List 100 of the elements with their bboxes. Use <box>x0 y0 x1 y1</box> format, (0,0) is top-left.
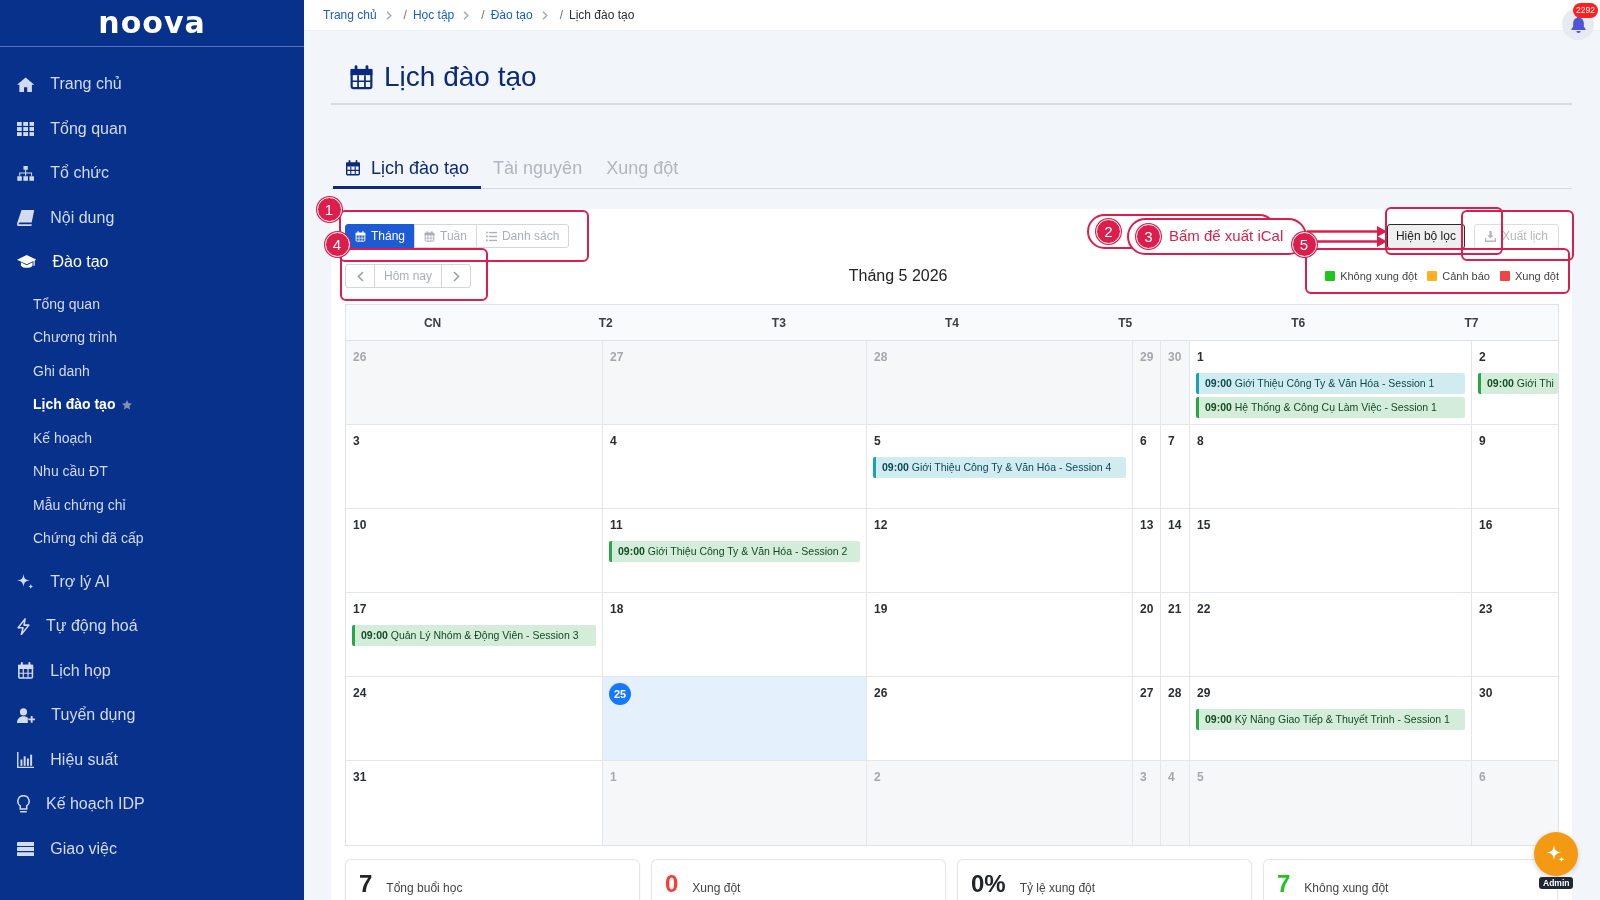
day-number: 11 <box>609 518 623 532</box>
breadcrumb-separator: / <box>403 7 407 24</box>
day-number: 1 <box>609 770 617 784</box>
day-number: 6 <box>1139 434 1147 448</box>
day-number: 28 <box>873 350 888 364</box>
view-button[interactable]: Tháng <box>345 224 416 248</box>
event-chip[interactable]: 09:00 Giới Thi <box>1478 373 1558 394</box>
event-chip[interactable]: 09:00 Quản Lý Nhóm & Động Viên - Session 3 <box>352 625 596 646</box>
sidebar-subitem[interactable]: Kế hoạch <box>0 421 304 455</box>
sidebar-item[interactable]: Nội dung <box>0 195 304 240</box>
stat-label: Tỷ lệ xung đột <box>1019 880 1096 897</box>
day-number: 8 <box>1196 434 1204 448</box>
day-number: 21 <box>1167 602 1182 616</box>
weekday-header: CN <box>423 314 442 332</box>
breadcrumb-separator: / <box>481 7 485 24</box>
annotation-number: 2 <box>1096 219 1121 244</box>
event-chip[interactable]: 09:00 Hệ Thống & Công Cụ Làm Việc - Session 1 <box>1196 397 1465 418</box>
day-number: 16 <box>1478 518 1493 532</box>
event-chip[interactable]: 09:00 Giới Thiệu Công Ty & Văn Hóa - Session 2 <box>609 541 860 562</box>
callout-text: Bấm để xuất iCal <box>1169 226 1284 247</box>
legend-label: Không xung đột <box>1340 268 1418 284</box>
calendar-icon <box>17 662 35 680</box>
sidebar-subitem[interactable]: Lịch đào tạo <box>0 388 304 422</box>
sidebar-item[interactable]: Hiệu suất <box>0 737 304 782</box>
next-button[interactable] <box>441 264 472 288</box>
previous-button[interactable] <box>345 264 375 288</box>
weekday-header: T4 <box>945 314 959 332</box>
event-chip[interactable]: 09:00 Giới Thiệu Công Ty & Văn Hóa - Session 4 <box>873 457 1126 478</box>
logo[interactable]: noova <box>98 8 206 38</box>
user-plus-icon <box>17 707 36 723</box>
day-number: 15 <box>1196 518 1211 532</box>
calendar-icon <box>349 64 374 90</box>
day-number: 5 <box>873 434 881 448</box>
chevron-left-icon <box>356 270 364 282</box>
annotation-number: 3 <box>1136 224 1161 249</box>
day-number: 22 <box>1196 602 1211 616</box>
calendar-icon <box>424 230 436 242</box>
day-number: 7 <box>1167 434 1175 448</box>
day-number: 1 <box>1196 350 1204 364</box>
list-icon <box>485 230 497 242</box>
breadcrumb-current: Lịch đào tạo <box>569 7 635 24</box>
sidebar-item[interactable]: Tổ chức <box>0 151 304 196</box>
sidebar-subitem[interactable]: Chứng chỉ đã cấp <box>0 522 304 556</box>
event-chip[interactable]: 09:00 Kỹ Năng Giao Tiếp & Thuyết Trình - Session 1 <box>1196 709 1465 730</box>
day-number: 20 <box>1139 602 1154 616</box>
sidebar-item[interactable]: Tuyển dụng <box>0 693 304 738</box>
graduation-cap-icon <box>17 255 37 270</box>
sidebar-subitem[interactable]: Ghi danh <box>0 354 304 388</box>
day-number: 30 <box>1478 686 1493 700</box>
breadcrumb-separator: / <box>559 7 563 24</box>
calendar-icon <box>345 160 361 176</box>
sidebar-item[interactable]: Tổng quan <box>0 106 304 151</box>
day-number: 13 <box>1139 518 1154 532</box>
day-number: 31 <box>352 770 367 784</box>
sidebar-item[interactable]: Đào tạo <box>0 240 304 285</box>
book-icon <box>17 209 35 226</box>
sidebar-subitem[interactable]: Nhu cầu ĐT <box>0 455 304 489</box>
sidebar-item[interactable]: Trợ lý AI <box>0 559 304 604</box>
legend-label: Cảnh báo <box>1442 268 1490 284</box>
day-number: 23 <box>1478 602 1493 616</box>
sidebar-item[interactable]: Giao việc <box>0 826 304 871</box>
tab[interactable]: Lịch đào tạo <box>333 150 482 189</box>
chevron-right-icon <box>463 10 470 20</box>
sidebar-item[interactable]: Trang chủ <box>0 62 304 107</box>
weekday-header: T5 <box>1118 314 1133 332</box>
sidebar-item[interactable]: Tự động hoá <box>0 604 304 649</box>
stat-value: 0% <box>971 869 1006 899</box>
breadcrumb-link[interactable]: Đào tạo <box>490 6 533 24</box>
day-cell[interactable]: 25 <box>603 677 867 760</box>
breadcrumb-link[interactable]: Học tập <box>412 6 455 24</box>
day-number: 27 <box>1139 686 1154 700</box>
sidebar-subitem[interactable]: Tổng quan <box>0 287 304 321</box>
role-badge: Admin <box>1539 877 1574 889</box>
day-number: 29 <box>1139 350 1154 364</box>
chevron-right-icon <box>541 10 548 20</box>
download-icon <box>1484 230 1496 242</box>
stat-value: 0 <box>665 869 679 899</box>
day-number: 27 <box>609 350 624 364</box>
day-number: 10 <box>352 518 367 532</box>
day-number: 5 <box>1196 770 1204 784</box>
annotation-number: 1 <box>316 196 342 222</box>
filter-button[interactable]: Hiện bộ lọc <box>1386 223 1465 249</box>
sidebar-subitem[interactable]: Chương trình <box>0 321 304 355</box>
day-number: 12 <box>873 518 888 532</box>
stat-label: Không xung đột <box>1304 880 1389 897</box>
stat-label: Xung đột <box>692 880 741 897</box>
chevron-right-icon <box>452 270 460 282</box>
day-number: 4 <box>1167 770 1175 784</box>
sidebar-item[interactable]: Lịch họp <box>0 648 304 693</box>
day-number: 2 <box>1478 350 1486 364</box>
day-number: 25 <box>609 683 631 705</box>
sidebar-subitem[interactable]: Mẫu chứng chỉ <box>0 488 304 522</box>
calendar-icon <box>355 230 366 242</box>
day-number: 24 <box>352 686 367 700</box>
breadcrumb-link[interactable]: Trang chủ <box>323 6 377 24</box>
sidebar-item[interactable]: Kế hoạch IDP <box>0 782 304 827</box>
day-number: 26 <box>352 350 367 364</box>
day-number: 30 <box>1167 350 1182 364</box>
event-chip[interactable]: 09:00 Giới Thiệu Công Ty & Văn Hóa - Session 1 <box>1196 373 1465 394</box>
grid-icon <box>17 121 35 136</box>
